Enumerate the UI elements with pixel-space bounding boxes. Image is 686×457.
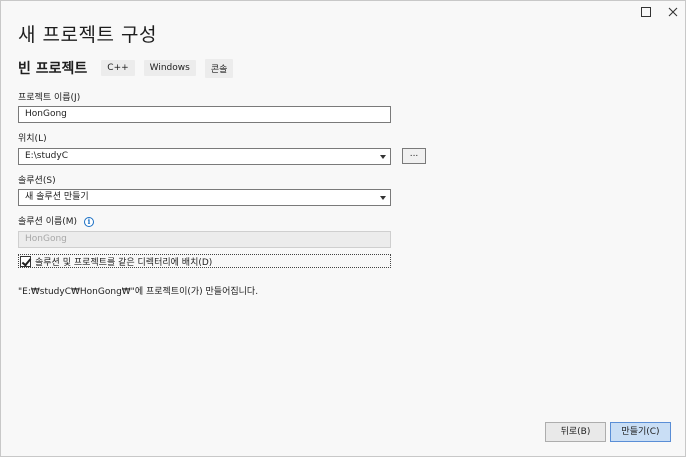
solution-name-label: 솔루션 이름(M) — [18, 217, 78, 227]
project-name-input[interactable]: HonGong — [18, 106, 391, 123]
same-directory-label[interactable]: 솔루션 및 프로젝트를 같은 디렉터리에 배치(D) — [35, 255, 212, 268]
location-label: 위치(L) — [18, 134, 47, 144]
info-icon[interactable]: i — [83, 216, 94, 227]
same-directory-checkbox[interactable] — [20, 255, 31, 267]
chevron-down-icon[interactable] — [380, 196, 386, 200]
dialog-window: 새 프로젝트 구성 빈 프로젝트 C++ Windows 콘솔 프로젝트 이름(… — [0, 0, 686, 457]
tag-platform: Windows — [143, 60, 196, 76]
same-directory-option[interactable]: 솔루션 및 프로젝트를 같은 디렉터리에 배치(D) — [18, 254, 391, 268]
solution-name-label-row: 솔루션 이름(M) i — [18, 214, 94, 227]
maximize-icon[interactable] — [632, 3, 660, 21]
close-icon[interactable] — [659, 3, 686, 21]
tag-project-type: 콘솔 — [204, 58, 234, 78]
location-combobox[interactable]: E:\studyC — [18, 148, 391, 165]
project-path-note: "E:₩studyC₩HonGong₩"에 프로젝트이(가) 만들어집니다. — [18, 287, 259, 297]
solution-combobox[interactable]: 새 솔루션 만들기 — [18, 189, 391, 206]
tag-language: C++ — [101, 60, 135, 76]
template-name: 빈 프로젝트 — [18, 61, 88, 77]
create-button[interactable]: 만들기(C) — [610, 422, 671, 442]
chevron-down-icon[interactable] — [380, 155, 386, 159]
template-header: 빈 프로젝트 C++ Windows 콘솔 — [18, 58, 242, 78]
solution-value: 새 솔루션 만들기 — [25, 192, 89, 202]
project-name-label: 프로젝트 이름(J) — [18, 93, 81, 103]
location-value: E:\studyC — [25, 151, 68, 161]
solution-label: 솔루션(S) — [18, 176, 56, 186]
page-title: 새 프로젝트 구성 — [18, 24, 157, 46]
back-button[interactable]: 뒤로(B) — [545, 422, 606, 442]
browse-button[interactable]: ... — [402, 148, 426, 164]
solution-name-input: HonGong — [18, 231, 391, 248]
